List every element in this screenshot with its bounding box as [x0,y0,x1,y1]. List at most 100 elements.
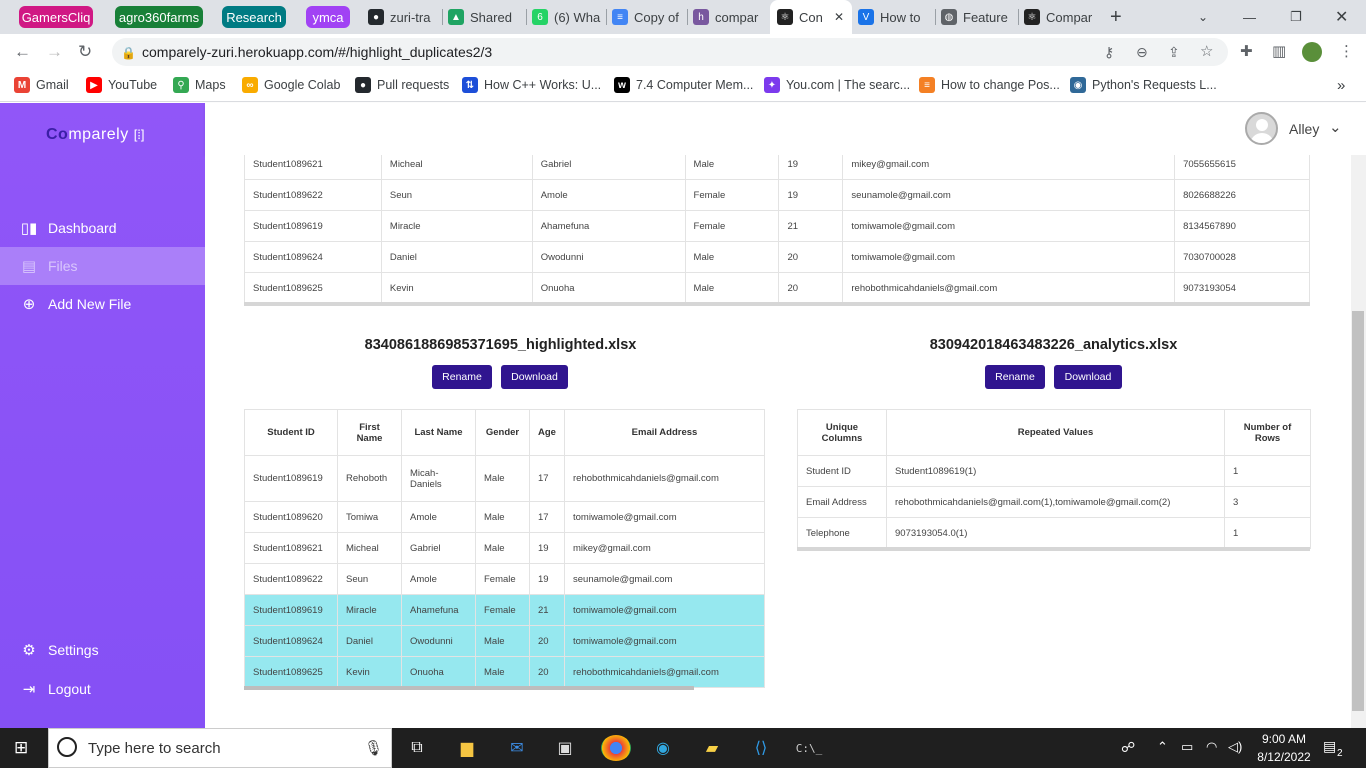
browser-tab-0[interactable]: ● zuri-tra [368,4,440,30]
forward-icon[interactable]: → [46,43,63,60]
browser-tab-5[interactable]: ⚛ Con ✕ [777,4,847,30]
avatar[interactable] [1245,112,1278,145]
windows-start-icon[interactable]: ⊞ [14,738,28,758]
table-cell: Student1089619 [244,594,338,626]
clock-time[interactable]: 9:00 AM [1255,732,1313,746]
table-cell: Daniel [380,241,533,273]
table-cell: Student1089622 [244,563,338,595]
bookmark-star-icon[interactable]: ☆ [1200,43,1213,60]
sidebar-item-add-new-file[interactable]: ⊕ Add New File [0,285,205,323]
rename-highlighted-button[interactable]: Rename [432,365,492,389]
rename-analytics-button[interactable]: Rename [985,365,1045,389]
menu-icon[interactable]: ⋮ [1339,43,1354,60]
volume-icon[interactable]: ◁) [1228,739,1242,755]
reload-icon[interactable]: ↻ [78,43,92,60]
bookmark-5[interactable]: ⇅ How C++ Works: U... [462,77,601,93]
analytics-table-scrollbar[interactable] [797,547,1310,551]
tab-group-2[interactable]: Research [222,6,286,28]
more-bookmarks-icon[interactable]: » [1337,77,1345,94]
highlighted-table-scrollbar[interactable] [244,686,694,690]
key-icon[interactable]: ⚷ [1104,44,1114,61]
table-row: Student1089622 Seun Amole Female 19 seunamole… [244,563,765,595]
store-icon[interactable]: ▣ [551,735,579,761]
table-cell: 21 [778,210,844,242]
table-cell: 8026688226 [1174,179,1310,211]
username[interactable]: Alley [1289,121,1319,137]
bookmark-9[interactable]: ◉ Python's Requests L... [1070,77,1217,93]
side-panel-icon[interactable]: ▥ [1272,43,1286,60]
browser-tab-4[interactable]: h compar [693,4,765,30]
browser-tab-6[interactable]: V How to [858,4,930,30]
tab-separator [526,9,527,25]
browser-tab-1[interactable]: ▲ Shared [448,4,520,30]
table-cell: Male [684,272,780,304]
table-cell: Male [475,656,530,688]
download-analytics-button[interactable]: Download [1054,365,1122,389]
battery-icon[interactable]: ▭ [1181,739,1193,755]
table-cell: tomiwamole@gmail.com [564,594,765,626]
close-window-icon[interactable]: ✕ [1335,4,1348,30]
bookmark-2[interactable]: ⚲ Maps [173,77,226,93]
minimize-icon[interactable]: — [1243,4,1256,30]
share-icon[interactable]: ⇪ [1168,44,1180,61]
profile-avatar-icon[interactable] [1302,42,1322,62]
table-cell: Gabriel [531,155,686,180]
table-cell: Amole [401,501,476,533]
clock-date[interactable]: 8/12/2022 [1250,750,1318,764]
bookmark-3[interactable]: ∞ Google Colab [242,77,340,93]
bookmark-4[interactable]: ● Pull requests [355,77,449,93]
browser-tab-2[interactable]: 6 (6) Wha [532,4,604,30]
sidebar-item-files[interactable]: ▤ Files [0,247,205,285]
table-cell: Telephone [797,517,887,549]
sidebar-item-logout[interactable]: ⇥ Logout [0,670,205,708]
mail-icon[interactable]: ✉ [503,735,531,761]
url-text[interactable]: comparely-zuri.herokuapp.com/#/highlight… [142,44,492,60]
sidebar-item-dashboard[interactable]: ▯▮ Dashboard [0,209,205,247]
zoom-icon[interactable]: ⊖ [1136,44,1148,61]
lock-icon[interactable]: 🔒 [121,45,136,62]
bookmark-6[interactable]: w 7.4 Computer Mem... [614,77,753,93]
edge-icon[interactable]: ◉ [649,735,677,761]
bookmark-8[interactable]: ≡ How to change Pos... [919,77,1060,93]
extensions-icon[interactable]: ✚ [1240,43,1253,60]
file-explorer-icon[interactable]: ▆ [453,735,481,761]
sticky-notes-icon[interactable]: ▰ [698,735,726,761]
tab-group-3[interactable]: ymca [306,6,350,28]
terminal-icon[interactable]: C:\_ [795,735,823,761]
table-cell: Student1089619 [244,210,382,242]
bookmark-0[interactable]: M Gmail [14,77,69,93]
page-scrollbar-thumb[interactable] [1352,311,1364,711]
back-icon[interactable]: ← [14,43,31,60]
notifications-icon[interactable]: ▤ [1323,738,1336,755]
browser-tab-8[interactable]: ⚛ Compar [1024,4,1096,30]
table-cell: rehobothmicahdaniels@gmail.com [564,656,765,688]
tab-search-icon[interactable]: ⌄ [1198,4,1208,30]
comparely-logo[interactable]: Comparely [⁞] [46,126,145,144]
chevron-down-icon[interactable]: ⌄ [1329,118,1342,136]
browser-tab-7[interactable]: ◍ Feature [941,4,1013,30]
wifi-icon[interactable]: ◠ [1206,739,1217,755]
table-cell: Micah-Daniels [401,455,476,502]
tray-chevron-icon[interactable]: ⌃ [1157,739,1168,755]
microphone-icon[interactable]: 🎙 [364,739,383,757]
bookmark-1[interactable]: ▶ YouTube [86,77,157,93]
sidebar-item-settings[interactable]: ⚙ Settings [0,631,205,669]
browser-tab-3[interactable]: ≡ Copy of [612,4,684,30]
bookmark-7[interactable]: ✦ You.com | The searc... [764,77,910,93]
task-view-icon[interactable]: ⧉ [403,735,431,761]
vscode-icon[interactable]: ⟨⟩ [747,735,775,761]
new-tab-button[interactable]: + [1110,4,1122,30]
tab-group-1[interactable]: agro360farms [115,6,203,28]
table-cell: Miracle [337,594,402,626]
table-cell: Owodunni [531,241,686,273]
table-cell: 19 [529,563,565,595]
close-tab-icon[interactable]: ✕ [834,10,844,24]
taskbar-search-placeholder[interactable]: Type here to search [88,740,221,757]
chrome-icon[interactable] [601,735,631,761]
maximize-icon[interactable]: ❐ [1290,4,1302,30]
download-highlighted-button[interactable]: Download [501,365,568,389]
tab-group-0[interactable]: GamersCliq [19,6,93,28]
top-table-scrollbar[interactable] [244,302,1310,306]
people-icon[interactable]: ☍ [1121,739,1135,756]
table-cell: Micheal [380,155,533,180]
